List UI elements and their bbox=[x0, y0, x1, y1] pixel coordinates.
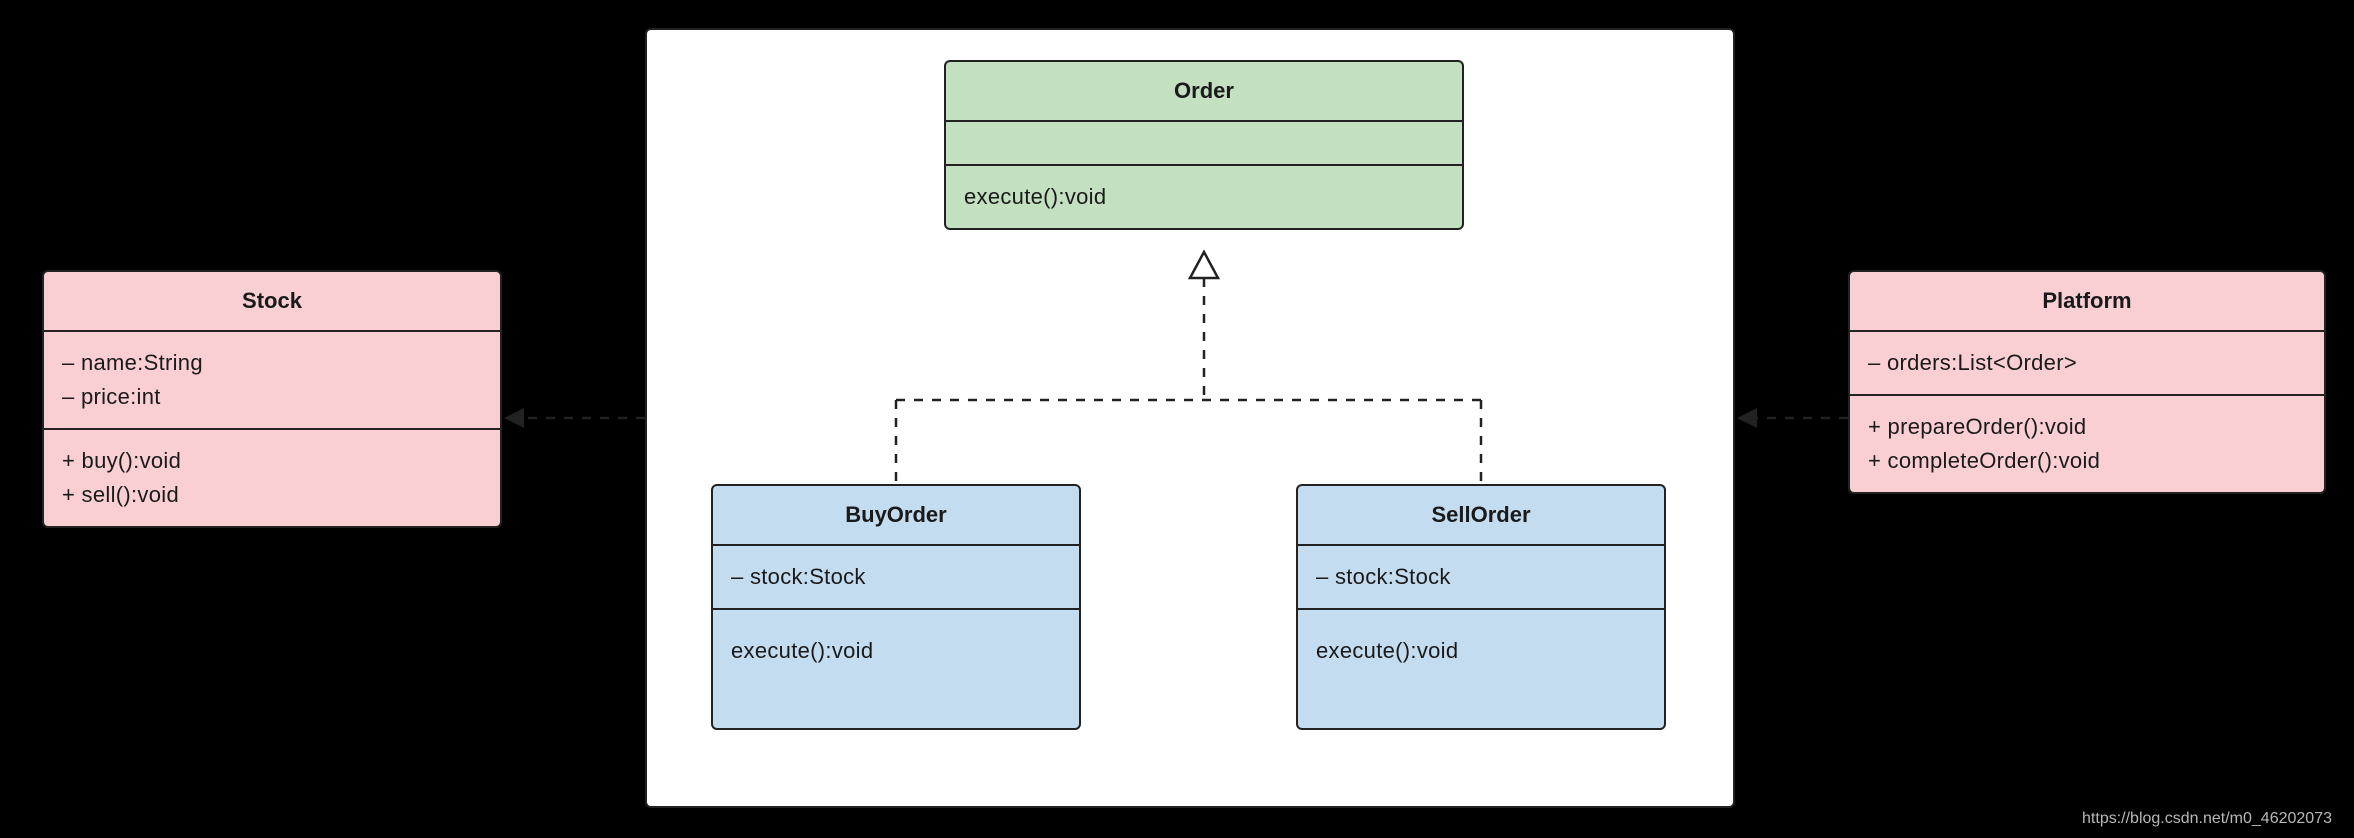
method-row: execute():void bbox=[1316, 634, 1646, 668]
arrowhead-right-icon bbox=[1737, 408, 1757, 428]
arrowhead-left-icon bbox=[504, 408, 524, 428]
method-row: execute():void bbox=[731, 634, 1061, 668]
class-buyorder-title: BuyOrder bbox=[713, 486, 1079, 546]
class-order-methods: execute():void bbox=[946, 166, 1462, 228]
method-row: + buy():void bbox=[62, 444, 482, 478]
method-row: + prepareOrder():void bbox=[1868, 410, 2306, 444]
class-order: Order execute():void bbox=[944, 60, 1464, 230]
class-stock: Stock – name:String – price:int + buy():… bbox=[42, 270, 502, 528]
class-buyorder-methods: execute():void bbox=[713, 610, 1079, 728]
class-order-attrs bbox=[946, 122, 1462, 166]
class-order-title: Order bbox=[946, 62, 1462, 122]
attr-row: – name:String bbox=[62, 346, 482, 380]
class-buyorder-attrs: – stock:Stock bbox=[713, 546, 1079, 610]
class-sellorder-methods: execute():void bbox=[1298, 610, 1664, 728]
class-platform: Platform – orders:List<Order> + prepareO… bbox=[1848, 270, 2326, 494]
class-sellorder: SellOrder – stock:Stock execute():void bbox=[1296, 484, 1666, 730]
method-row: + sell():void bbox=[62, 478, 482, 512]
class-stock-methods: + buy():void + sell():void bbox=[44, 430, 500, 526]
class-platform-methods: + prepareOrder():void + completeOrder():… bbox=[1850, 396, 2324, 492]
attr-row: – stock:Stock bbox=[1316, 560, 1646, 594]
class-sellorder-title: SellOrder bbox=[1298, 486, 1664, 546]
method-row: + completeOrder():void bbox=[1868, 444, 2306, 478]
attr-row: – stock:Stock bbox=[731, 560, 1061, 594]
class-platform-attrs: – orders:List<Order> bbox=[1850, 332, 2324, 396]
method-row: execute():void bbox=[964, 180, 1444, 214]
class-sellorder-attrs: – stock:Stock bbox=[1298, 546, 1664, 610]
class-stock-attrs: – name:String – price:int bbox=[44, 332, 500, 430]
class-stock-title: Stock bbox=[44, 272, 500, 332]
attr-row: – orders:List<Order> bbox=[1868, 346, 2306, 380]
attr-row: – price:int bbox=[62, 380, 482, 414]
class-buyorder: BuyOrder – stock:Stock execute():void bbox=[711, 484, 1081, 730]
class-platform-title: Platform bbox=[1850, 272, 2324, 332]
watermark-text: https://blog.csdn.net/m0_46202073 bbox=[2082, 810, 2332, 828]
